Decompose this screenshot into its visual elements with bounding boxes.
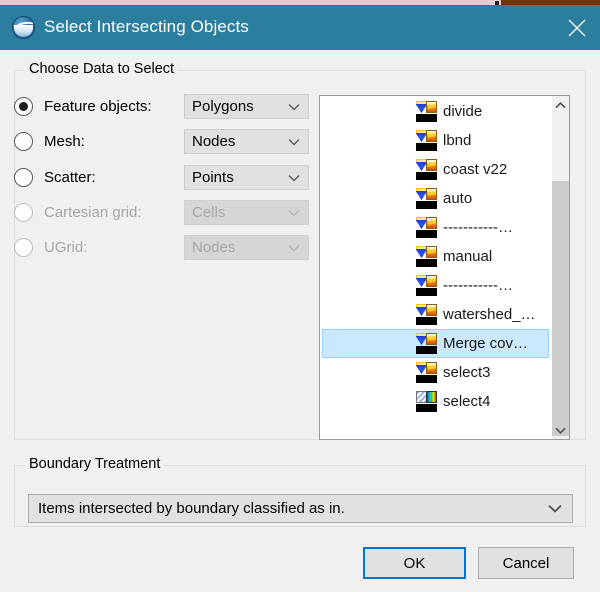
list-item-label: select3: [443, 364, 491, 381]
combo-value-feature-objects: Polygons: [185, 98, 254, 115]
chevron-down-icon[interactable]: [552, 421, 569, 439]
list-item-label: auto: [443, 190, 472, 207]
radio-ugrid: [14, 238, 33, 257]
list-item[interactable]: -----------…: [322, 213, 549, 242]
cancel-button[interactable]: Cancel: [478, 547, 574, 579]
coverage-icon: [416, 130, 437, 151]
scatter-raster-icon: [416, 391, 437, 412]
list-item-label: coast v22: [443, 161, 507, 178]
chevron-up-icon[interactable]: [552, 96, 569, 114]
boundary-treatment-legend: Boundary Treatment: [25, 456, 164, 472]
list-item-label: select4: [443, 393, 491, 410]
radio-row-feature-objects[interactable]: Feature objects:: [14, 92, 152, 120]
list-item[interactable]: lbnd: [322, 126, 549, 155]
list-item[interactable]: auto: [322, 184, 549, 213]
list-item[interactable]: select4: [322, 387, 549, 416]
radio-row-scatter[interactable]: Scatter:: [14, 163, 96, 191]
combo-ugrid: Nodes: [184, 235, 309, 260]
radio-cartesian-grid: [14, 203, 33, 222]
radio-label-mesh: Mesh:: [44, 133, 85, 150]
ok-button[interactable]: OK: [363, 547, 466, 579]
chevron-down-icon: [548, 495, 562, 522]
combo-boundary-treatment[interactable]: Items intersected by boundary classified…: [28, 494, 573, 523]
combo-value-cartesian-grid: Cells: [185, 204, 225, 221]
chevron-down-icon: [288, 130, 300, 153]
dialog-titlebar[interactable]: Select Intersecting Objects: [0, 5, 600, 50]
scrollbar-thumb[interactable]: [552, 181, 569, 436]
dialog-title: Select Intersecting Objects: [44, 15, 249, 39]
chevron-down-icon: [288, 166, 300, 189]
radio-row-ugrid: UGrid:: [14, 233, 87, 261]
list-item-label: Merge cov…: [443, 335, 528, 352]
radio-label-cartesian-grid: Cartesian grid:: [44, 204, 142, 221]
list-item-label: -----------…: [443, 277, 513, 294]
coverage-icon: [416, 362, 437, 383]
coverage-icon: [416, 101, 437, 122]
list-item[interactable]: watershed_…: [322, 300, 549, 329]
combo-cartesian-grid: Cells: [184, 200, 309, 225]
list-scrollbar[interactable]: [551, 96, 569, 439]
chevron-down-icon: [288, 201, 300, 224]
chevron-down-icon: [288, 95, 300, 118]
coverage-icon: [416, 217, 437, 238]
radio-scatter[interactable]: [14, 168, 33, 187]
list-item-label: lbnd: [443, 132, 471, 149]
coverage-icon: [416, 275, 437, 296]
chevron-down-icon: [288, 236, 300, 259]
radio-label-ugrid: UGrid:: [44, 239, 87, 256]
list-item-label: -----------…: [443, 219, 513, 236]
list-item-label: divide: [443, 103, 482, 120]
combo-value-ugrid: Nodes: [185, 239, 235, 256]
coverage-icon: [416, 159, 437, 180]
object-list-items: divide lbnd coast v22 auto -----------… manua…: [320, 97, 551, 416]
choose-data-legend: Choose Data to Select: [25, 61, 178, 77]
list-item[interactable]: coast v22: [322, 155, 549, 184]
radio-label-scatter: Scatter:: [44, 169, 96, 186]
coverage-icon: [416, 333, 437, 354]
list-item[interactable]: divide: [322, 97, 549, 126]
combo-mesh[interactable]: Nodes: [184, 129, 309, 154]
list-item[interactable]: -----------…: [322, 271, 549, 300]
combo-value-scatter: Points: [185, 169, 234, 186]
list-item[interactable]: select3: [322, 358, 549, 387]
list-item-label: watershed_…: [443, 306, 536, 323]
combo-feature-objects[interactable]: Polygons: [184, 94, 309, 119]
coverage-icon: [416, 304, 437, 325]
object-list[interactable]: divide lbnd coast v22 auto -----------… manua…: [319, 95, 570, 440]
combo-value-mesh: Nodes: [185, 133, 235, 150]
list-item[interactable]: manual: [322, 242, 549, 271]
globe-icon: [12, 16, 35, 39]
close-icon[interactable]: [554, 5, 600, 50]
radio-row-mesh[interactable]: Mesh:: [14, 127, 85, 155]
list-item[interactable]: Merge cov…: [322, 329, 549, 358]
radio-mesh[interactable]: [14, 132, 33, 151]
combo-scatter[interactable]: Points: [184, 165, 309, 190]
radio-feature-objects[interactable]: [14, 97, 33, 116]
coverage-icon: [416, 188, 437, 209]
radio-row-cartesian-grid: Cartesian grid:: [14, 198, 142, 226]
list-item-label: manual: [443, 248, 492, 265]
coverage-icon: [416, 246, 437, 267]
radio-label-feature-objects: Feature objects:: [44, 98, 152, 115]
combo-value-boundary-treatment: Items intersected by boundary classified…: [29, 500, 345, 517]
